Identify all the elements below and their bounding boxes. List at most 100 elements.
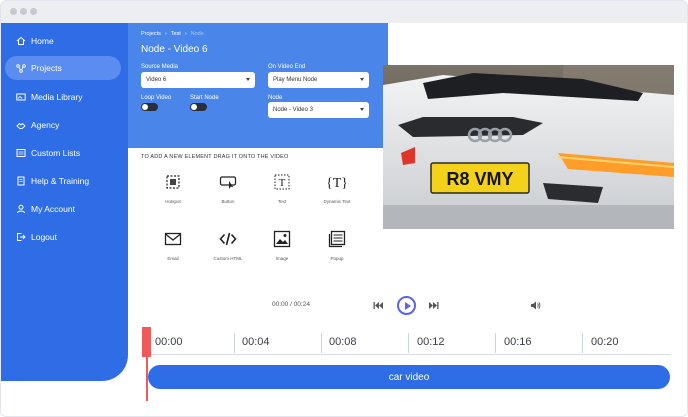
play-button[interactable]: [397, 296, 416, 315]
window-dot-maximize[interactable]: [30, 8, 37, 15]
sidebar-item-label: Agency: [31, 120, 60, 130]
svg-text:T: T: [279, 177, 286, 189]
timeline-label: 00:16: [504, 336, 532, 348]
sidebar-item-custom-lists[interactable]: Custom Lists: [5, 141, 121, 165]
sidebar-item-media-library[interactable]: Media Library: [5, 85, 121, 109]
dynamic-text-icon: {T}: [328, 176, 346, 191]
sidebar-item-label: Home: [31, 36, 54, 46]
video-preview[interactable]: R8 VMY: [383, 65, 674, 229]
clip-label: car video: [388, 371, 430, 383]
node-select[interactable]: Node - Video 3: [268, 102, 369, 118]
sidebar-item-home[interactable]: Home: [5, 29, 121, 53]
email-icon: [164, 232, 182, 246]
sidebar-item-label: Media Library: [31, 92, 83, 102]
node-label: Node: [268, 95, 283, 101]
element-label: Image: [275, 256, 289, 261]
window-dot-minimize[interactable]: [20, 8, 27, 15]
timeline-tick: [495, 333, 496, 353]
skip-back-icon[interactable]: [373, 301, 383, 310]
breadcrumb-test[interactable]: Test: [171, 31, 181, 37]
element-label: Popup: [330, 256, 344, 261]
element-label: Email: [167, 256, 179, 261]
on-video-end-select[interactable]: Play Menu Node: [268, 72, 369, 88]
start-node-toggle[interactable]: [190, 103, 207, 111]
image-icon: [273, 230, 291, 248]
page-title: Node - Video 6: [141, 44, 208, 55]
sidebar-item-label: Help & Training: [31, 176, 90, 186]
license-plate-text: R8 VMY: [446, 169, 513, 189]
element-custom-html[interactable]: Custom HTML: [203, 230, 253, 261]
sidebar-item-agency[interactable]: Agency: [5, 113, 121, 137]
breadcrumb-separator: ›: [184, 31, 187, 37]
sidebar-item-label: Custom Lists: [31, 148, 81, 158]
skip-forward-icon[interactable]: [429, 301, 439, 310]
element-image[interactable]: Image: [257, 230, 307, 261]
home-icon: [16, 36, 26, 45]
start-node-label: Start Node: [190, 95, 219, 101]
element-label: Hotspot: [165, 199, 181, 204]
code-icon: [219, 232, 237, 246]
node-value: Node - Video 3: [273, 107, 313, 113]
breadcrumb-separator: ›: [164, 31, 167, 37]
timeline-ruler[interactable]: 00:00 00:04 00:08 00:12 00:16 00:20: [148, 327, 671, 355]
window-titlebar: [1, 1, 687, 23]
projects-icon: [16, 64, 26, 73]
sidebar-item-logout[interactable]: Logout: [5, 225, 121, 249]
sidebar-item-label: My Account: [31, 204, 75, 214]
chevron-down-icon: [360, 78, 364, 81]
toggle-knob: [191, 104, 197, 110]
timeline-tick: [234, 333, 235, 353]
element-popup[interactable]: Popup: [312, 230, 362, 261]
custom-lists-icon: [16, 149, 26, 157]
chevron-down-icon: [246, 78, 250, 81]
sidebar-item-projects[interactable]: Projects: [5, 56, 121, 80]
playhead-line: [146, 356, 148, 401]
sidebar-item-help-training[interactable]: Help & Training: [5, 169, 121, 193]
element-dynamic-text[interactable]: {T} Dynamic Text: [312, 173, 362, 204]
loop-video-label: Loop Video: [141, 95, 172, 101]
element-email[interactable]: Email: [148, 230, 198, 261]
loop-video-toggle[interactable]: [141, 103, 158, 111]
account-icon: [17, 204, 25, 214]
breadcrumb-node: Node: [190, 31, 204, 37]
element-label: Button: [221, 199, 235, 204]
timeline-tick: [408, 333, 409, 353]
car-video-frame: R8 VMY: [383, 65, 674, 229]
element-button[interactable]: Button: [203, 173, 253, 204]
timeline-label: 00:08: [329, 336, 357, 348]
on-video-end-value: Play Menu Node: [273, 77, 318, 83]
element-label: Dynamic Text: [323, 199, 351, 204]
timeline-tick: [582, 333, 583, 353]
source-media-select[interactable]: Video 6: [141, 72, 255, 88]
app-window: Home Projects Media Library Agency Custo…: [0, 0, 688, 417]
breadcrumb-projects[interactable]: Projects: [141, 31, 161, 37]
media-library-icon: [16, 93, 26, 101]
sidebar-item-label: Projects: [31, 63, 62, 73]
timeline-label: 00:20: [591, 336, 619, 348]
breadcrumb: Projects › Test › Node: [141, 31, 204, 37]
elements-heading: TO ADD A NEW ELEMENT DRAG IT ONTO THE VI…: [141, 154, 289, 160]
hotspot-icon: [166, 175, 180, 189]
popup-icon: [328, 230, 346, 248]
volume-icon[interactable]: [530, 300, 541, 311]
element-text[interactable]: T Text: [257, 173, 307, 204]
timeline-tick: [321, 333, 322, 353]
sidebar-item-my-account[interactable]: My Account: [5, 197, 121, 221]
timeline-label: 00:04: [242, 336, 270, 348]
element-hotspot[interactable]: Hotspot: [148, 173, 198, 204]
help-icon: [17, 176, 25, 186]
logout-icon: [17, 233, 26, 241]
source-media-value: Video 6: [146, 77, 167, 83]
timeline-playhead[interactable]: [142, 327, 151, 357]
timeline-clip[interactable]: car video: [148, 365, 670, 389]
toggle-knob: [142, 104, 148, 110]
window-dot-close[interactable]: [10, 8, 17, 15]
chevron-down-icon: [360, 108, 364, 111]
timeline-label: 00:12: [417, 336, 445, 348]
element-label: Text: [277, 199, 287, 204]
playback-time: 00:00 / 00:24: [272, 301, 310, 308]
sidebar-item-label: Logout: [31, 232, 57, 242]
text-icon: T: [274, 174, 290, 190]
source-media-label: Source Media: [141, 64, 179, 70]
svg-text:{T}: {T}: [328, 176, 346, 191]
